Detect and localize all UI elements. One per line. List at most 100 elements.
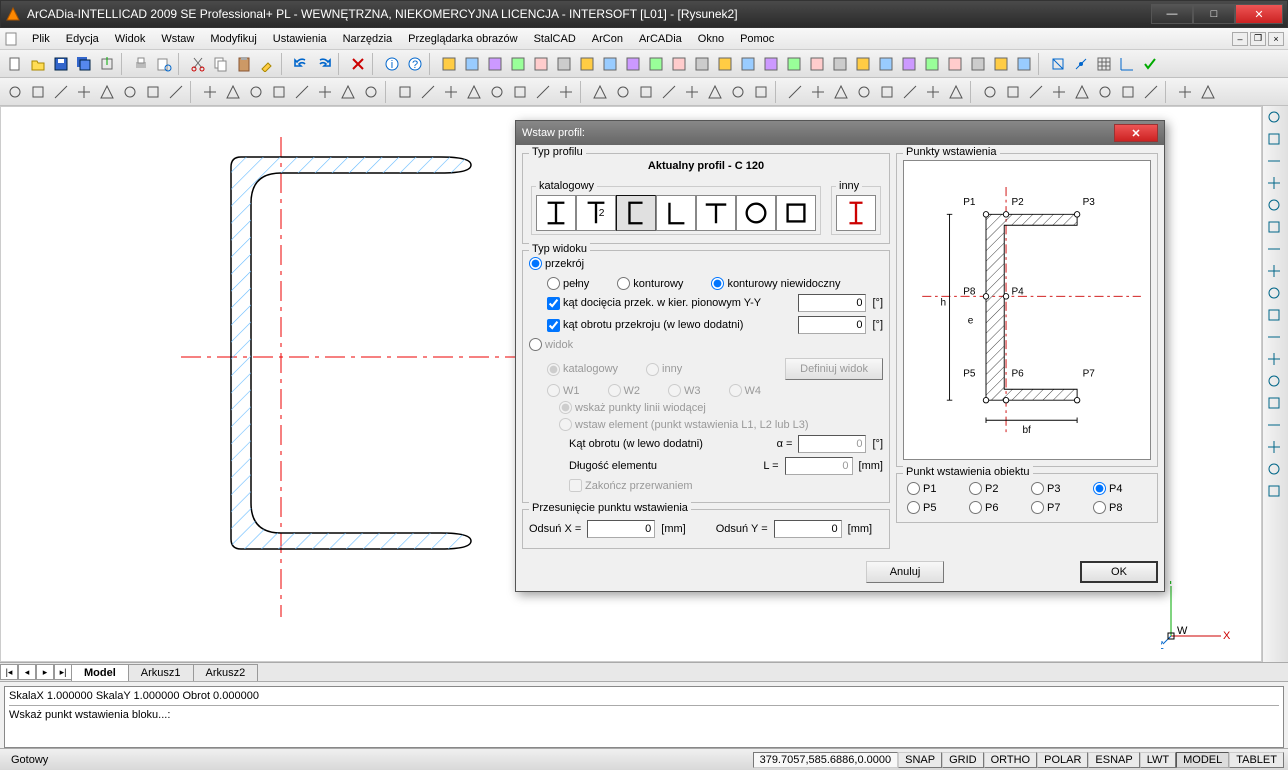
tool2-37-icon[interactable]	[899, 81, 921, 103]
kat-obrotu-przek-input[interactable]	[798, 316, 866, 334]
rtool-17-icon[interactable]	[1265, 482, 1285, 502]
tool1-3-icon[interactable]	[507, 53, 529, 75]
stalcad-b-icon[interactable]	[1070, 53, 1092, 75]
tool1-4-icon[interactable]	[530, 53, 552, 75]
brush-icon[interactable]	[256, 53, 278, 75]
tool1-25-icon[interactable]	[1013, 53, 1035, 75]
toggle-ortho[interactable]: ORTHO	[984, 752, 1038, 768]
check-icon[interactable]	[1139, 53, 1161, 75]
print-icon[interactable]	[130, 53, 152, 75]
profile-T2-button[interactable]: 2	[576, 195, 616, 231]
toggle-snap[interactable]: SNAP	[898, 752, 942, 768]
tab-prev[interactable]: ◂	[18, 664, 36, 680]
tool2-7-icon[interactable]	[165, 81, 187, 103]
tool1-16-icon[interactable]	[806, 53, 828, 75]
maximize-button[interactable]: □	[1193, 4, 1235, 24]
mdi-close[interactable]: ×	[1268, 32, 1284, 46]
tool2-28-icon[interactable]	[681, 81, 703, 103]
radio-p1[interactable]: P1	[907, 482, 961, 495]
tool2-27-icon[interactable]	[658, 81, 680, 103]
tool2-8-icon[interactable]	[199, 81, 221, 103]
tool2-3-icon[interactable]	[73, 81, 95, 103]
rtool-0-icon[interactable]	[1265, 108, 1285, 128]
tool2-4-icon[interactable]	[96, 81, 118, 103]
profile-O-button[interactable]	[736, 195, 776, 231]
tool1-7-icon[interactable]	[599, 53, 621, 75]
tool1-2-icon[interactable]	[484, 53, 506, 75]
tool1-9-icon[interactable]	[645, 53, 667, 75]
radio-przekroj[interactable]: przekrój	[529, 257, 584, 270]
menu-okno[interactable]: Okno	[690, 31, 732, 47]
profile-box-button[interactable]	[776, 195, 816, 231]
close-button[interactable]: ✕	[1235, 4, 1283, 24]
tool2-24-icon[interactable]	[589, 81, 611, 103]
tab-model[interactable]: Model	[71, 664, 129, 681]
tool1-20-icon[interactable]	[898, 53, 920, 75]
tool2-38-icon[interactable]	[922, 81, 944, 103]
minimize-button[interactable]: —	[1151, 4, 1193, 24]
tool1-8-icon[interactable]	[622, 53, 644, 75]
tool1-23-icon[interactable]	[967, 53, 989, 75]
radio-p8[interactable]: P8	[1093, 501, 1147, 514]
tool2-22-icon[interactable]	[532, 81, 554, 103]
tool1-15-icon[interactable]	[783, 53, 805, 75]
undo-icon[interactable]	[290, 53, 312, 75]
tool2-15-icon[interactable]	[360, 81, 382, 103]
radio-widok[interactable]: widok	[529, 338, 573, 351]
tool2-44-icon[interactable]	[1071, 81, 1093, 103]
tool1-12-icon[interactable]	[714, 53, 736, 75]
paste-icon[interactable]	[233, 53, 255, 75]
odsunx-input[interactable]	[587, 520, 655, 538]
toggle-polar[interactable]: POLAR	[1037, 752, 1088, 768]
rtool-16-icon[interactable]	[1265, 460, 1285, 480]
tab-arkusz1[interactable]: Arkusz1	[128, 664, 194, 681]
tool2-13-icon[interactable]	[314, 81, 336, 103]
rtool-1-icon[interactable]	[1265, 130, 1285, 150]
radio-p2[interactable]: P2	[969, 482, 1023, 495]
tool2-46-icon[interactable]	[1117, 81, 1139, 103]
tool2-16-icon[interactable]	[394, 81, 416, 103]
anuluj-button[interactable]: Anuluj	[866, 561, 944, 583]
rtool-6-icon[interactable]	[1265, 240, 1285, 260]
rtool-3-icon[interactable]	[1265, 174, 1285, 194]
radio-p4[interactable]: P4	[1093, 482, 1147, 495]
stalcad-a-icon[interactable]	[1047, 53, 1069, 75]
radio-konturowy[interactable]: konturowy	[617, 277, 683, 290]
radio-konturowy-niewid[interactable]: konturowy niewidoczny	[711, 277, 840, 290]
menu-stalcad[interactable]: StalCAD	[526, 31, 584, 47]
dialog-close-button[interactable]: ✕	[1114, 124, 1158, 142]
tool2-49-icon[interactable]	[1197, 81, 1219, 103]
grid-icon[interactable]	[1093, 53, 1115, 75]
rtool-14-icon[interactable]	[1265, 416, 1285, 436]
tool2-41-icon[interactable]	[1002, 81, 1024, 103]
tool2-43-icon[interactable]	[1048, 81, 1070, 103]
menu-widok[interactable]: Widok	[107, 31, 154, 47]
tool2-19-icon[interactable]	[463, 81, 485, 103]
rtool-9-icon[interactable]	[1265, 306, 1285, 326]
tool2-18-icon[interactable]	[440, 81, 462, 103]
tool1-10-icon[interactable]	[668, 53, 690, 75]
mdi-minimize[interactable]: –	[1232, 32, 1248, 46]
tool2-45-icon[interactable]	[1094, 81, 1116, 103]
menu-narzedzia[interactable]: Narzędzia	[335, 31, 401, 47]
tool1-5-icon[interactable]	[553, 53, 575, 75]
toggle-tablet[interactable]: TABLET	[1229, 752, 1284, 768]
check-kat-obrotu-przek[interactable]: kąt obrotu przekroju (w lewo dodatni)	[547, 319, 743, 332]
tool2-34-icon[interactable]	[830, 81, 852, 103]
command-window[interactable]: SkalaX 1.000000 SkalaY 1.000000 Obrot 0.…	[4, 686, 1284, 748]
toggle-model[interactable]: MODEL	[1176, 752, 1229, 768]
delete-icon[interactable]	[347, 53, 369, 75]
tool2-40-icon[interactable]	[979, 81, 1001, 103]
tool2-12-icon[interactable]	[291, 81, 313, 103]
save-icon[interactable]	[50, 53, 72, 75]
tool1-14-icon[interactable]	[760, 53, 782, 75]
menu-arcon[interactable]: ArCon	[584, 31, 631, 47]
toggle-lwt[interactable]: LWT	[1140, 752, 1176, 768]
tool1-0-icon[interactable]	[438, 53, 460, 75]
rtool-2-icon[interactable]	[1265, 152, 1285, 172]
rtool-8-icon[interactable]	[1265, 284, 1285, 304]
menu-ustawienia[interactable]: Ustawienia	[265, 31, 335, 47]
ok-button[interactable]: OK	[1080, 561, 1158, 583]
tool2-33-icon[interactable]	[807, 81, 829, 103]
copy-icon[interactable]	[210, 53, 232, 75]
